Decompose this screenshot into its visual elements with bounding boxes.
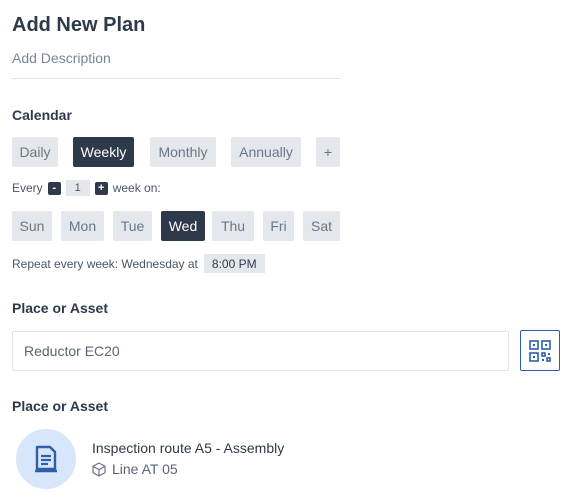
place-asset-label: Place or Asset — [12, 300, 108, 316]
repeat-summary: Repeat every week: Wednesday at 8:00 PM — [12, 254, 265, 273]
qr-scan-button[interactable] — [520, 330, 560, 371]
document-icon — [35, 445, 57, 473]
add-frequency-button[interactable]: + — [316, 137, 340, 167]
calendar-label: Calendar — [12, 107, 72, 123]
every-suffix: week on: — [112, 181, 161, 195]
selected-asset-label: Place or Asset — [12, 398, 108, 414]
time-picker[interactable]: 8:00 PM — [203, 254, 265, 273]
qr-code-icon — [529, 339, 551, 362]
route-title[interactable]: Inspection route A5 - Assembly — [92, 440, 284, 456]
repeat-text: Repeat every week: Wednesday at — [12, 256, 198, 271]
interval-row: Every - 1 + week on: — [12, 180, 161, 196]
day-sun[interactable]: Sun — [12, 211, 52, 241]
frequency-tab-weekly[interactable]: Weekly — [73, 137, 134, 167]
description-field[interactable]: Add Description — [12, 50, 341, 79]
frequency-tab-monthly[interactable]: Monthly — [150, 137, 216, 167]
day-wed[interactable]: Wed — [161, 211, 205, 241]
interval-value[interactable]: 1 — [65, 180, 90, 196]
interval-decrement-button[interactable]: - — [47, 181, 61, 195]
interval-increment-button[interactable]: + — [94, 181, 108, 195]
frequency-tab-annually[interactable]: Annually — [231, 137, 301, 167]
page-title: Add New Plan — [12, 14, 146, 36]
route-subtitle-row: Line AT 05 — [92, 461, 178, 477]
every-prefix: Every — [12, 181, 43, 195]
place-asset-input[interactable] — [12, 331, 509, 371]
day-thu[interactable]: Thu — [212, 211, 254, 241]
day-tue[interactable]: Tue — [113, 211, 152, 241]
route-subtitle: Line AT 05 — [112, 461, 178, 477]
day-fri[interactable]: Fri — [263, 211, 294, 241]
frequency-tab-daily[interactable]: Daily — [12, 137, 58, 167]
route-avatar — [16, 429, 76, 489]
day-sat[interactable]: Sat — [303, 211, 340, 241]
cube-icon — [92, 461, 106, 477]
day-mon[interactable]: Mon — [61, 211, 104, 241]
